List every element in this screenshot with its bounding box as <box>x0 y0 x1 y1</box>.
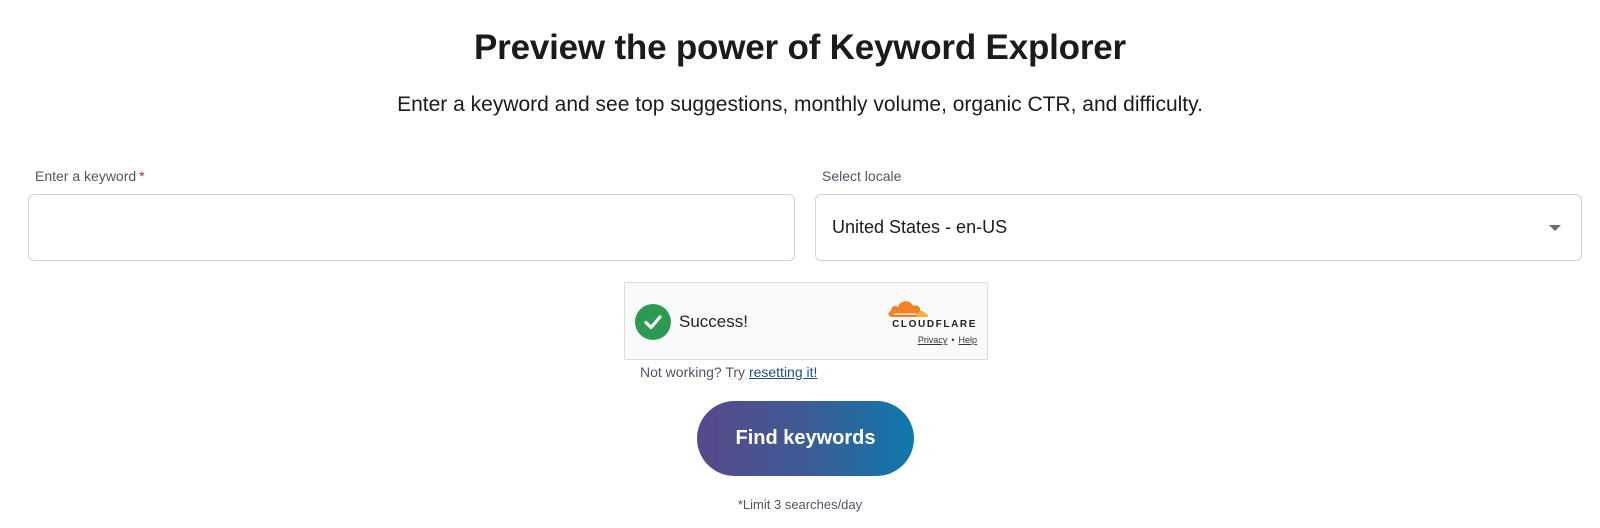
captcha-status-text: Success! <box>679 312 748 331</box>
search-limit-note: *Limit 3 searches/day <box>737 497 863 512</box>
privacy-link[interactable]: Privacy <box>918 335 948 345</box>
required-marker: * <box>139 168 145 184</box>
keyword-field-label: Enter a keyword * <box>35 168 145 184</box>
page-subtitle: Enter a keyword and see top suggestions,… <box>397 93 1203 116</box>
keyword-label-text: Enter a keyword <box>35 168 137 184</box>
checkmark-icon <box>635 304 671 340</box>
captcha-help-text: Not working? Try <box>640 364 749 380</box>
cloudflare-captcha-widget[interactable]: Success! CLOUDFLARE Privacy • Help <box>624 282 988 360</box>
cloudflare-wordmark: CLOUDFLARE <box>892 319 977 330</box>
keyword-input[interactable] <box>28 194 795 261</box>
cloudflare-logo-icon <box>888 301 928 317</box>
find-keywords-button[interactable]: Find keywords <box>697 401 914 476</box>
link-separator: • <box>951 335 955 345</box>
help-link[interactable]: Help <box>958 335 977 345</box>
locale-selected-value: United States - en-US <box>832 217 1008 237</box>
page-title: Preview the power of Keyword Explorer <box>474 28 1126 67</box>
caret-down-icon <box>1549 225 1561 231</box>
captcha-links: Privacy • Help <box>918 335 977 345</box>
captcha-help-line: Not working? Try resetting it! <box>640 364 817 380</box>
reset-captcha-link[interactable]: resetting it! <box>749 364 817 380</box>
locale-field-label: Select locale <box>822 168 902 184</box>
keyword-explorer-preview: Preview the power of Keyword Explorer En… <box>0 0 1600 528</box>
locale-select[interactable]: United States - en-US <box>815 194 1582 261</box>
